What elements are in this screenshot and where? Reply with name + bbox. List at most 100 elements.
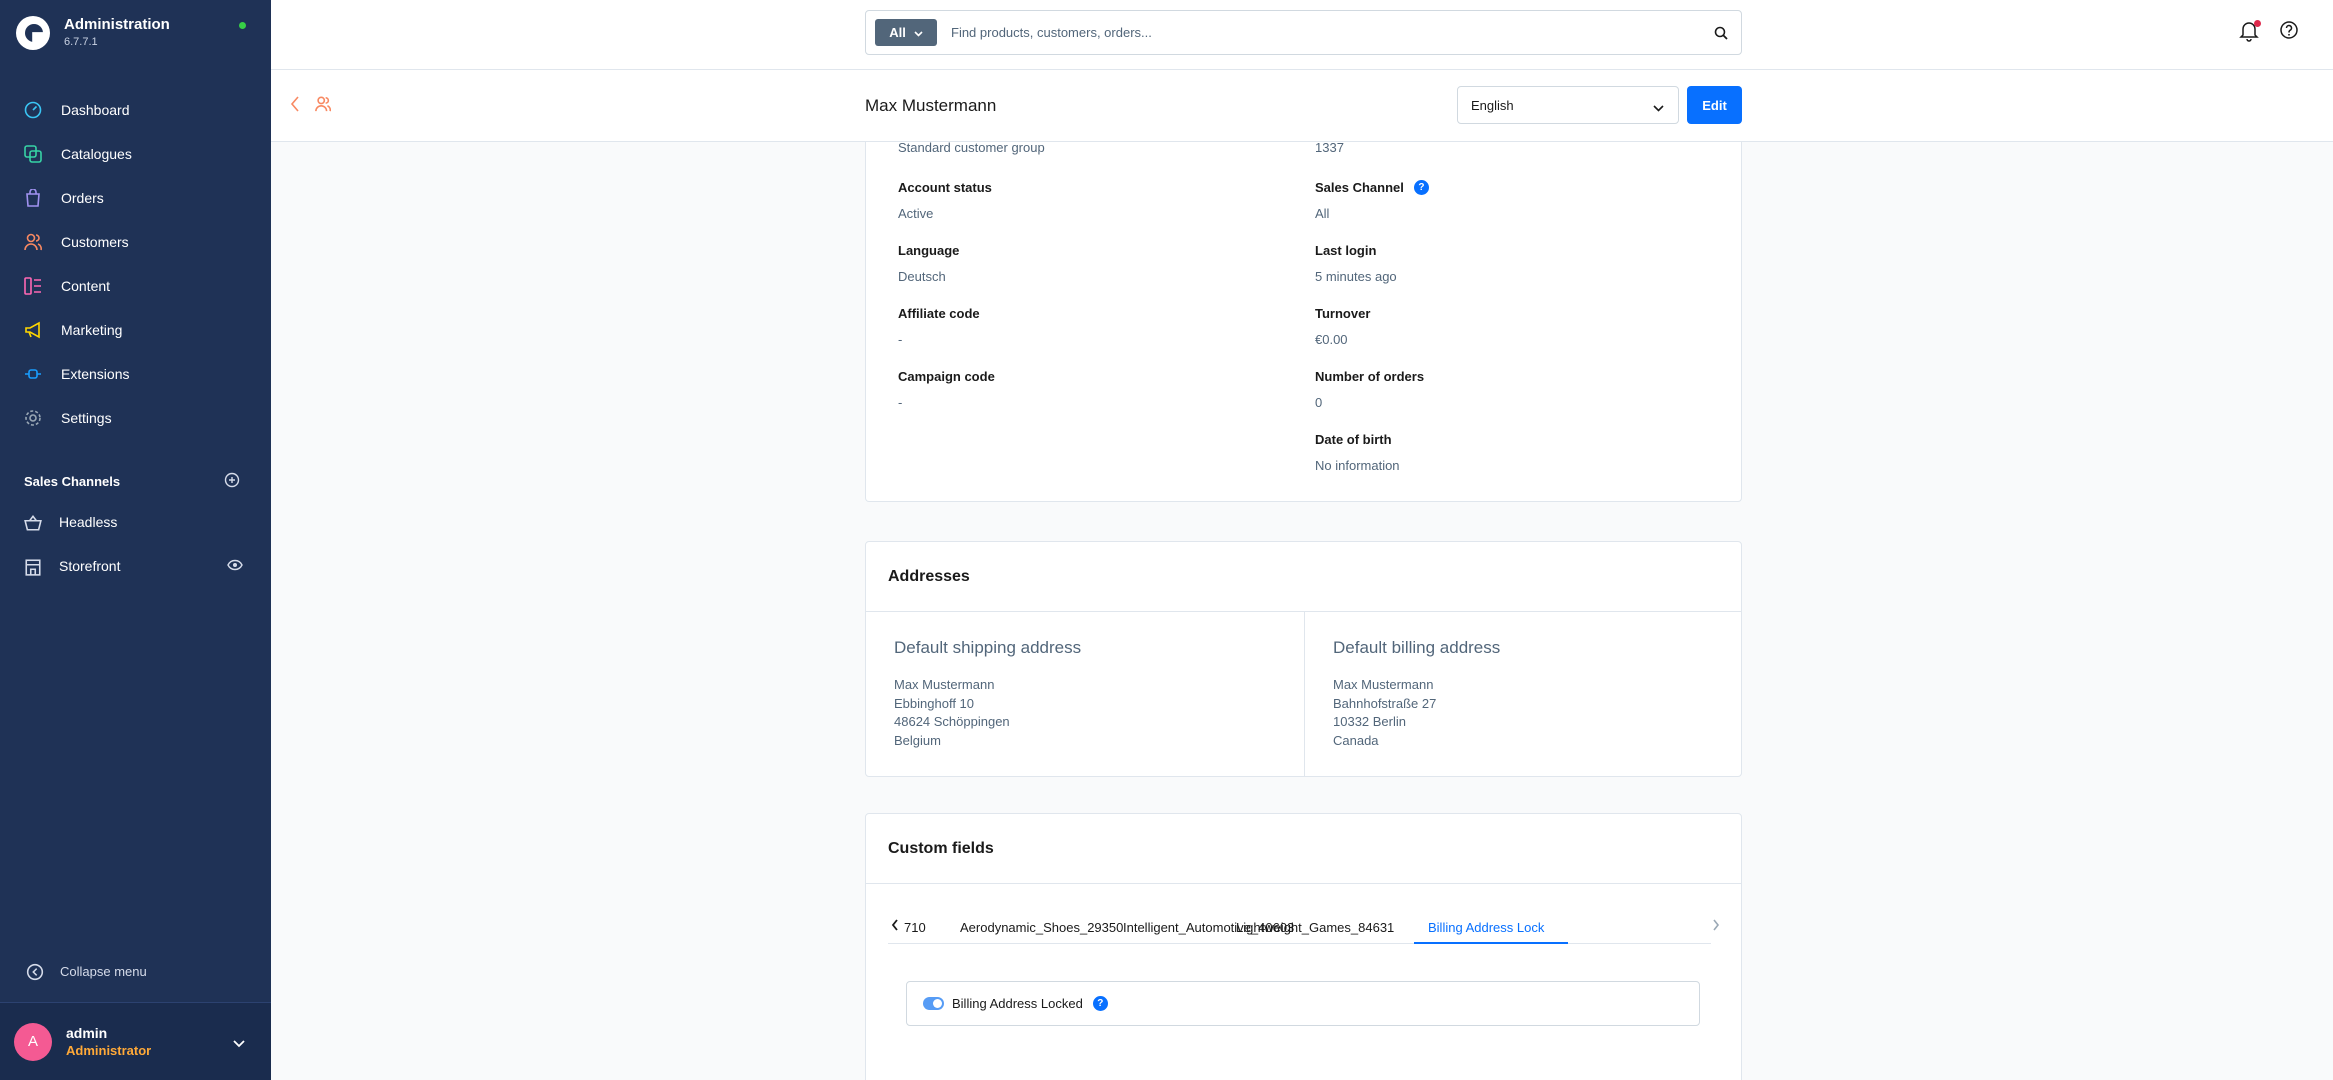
custom-fields-card: Custom fields 710 Aerodynamic_Shoes_2935… bbox=[865, 813, 1742, 1080]
customer-info-card: Standard customer group Account status A… bbox=[865, 140, 1742, 502]
address-line: Belgium bbox=[894, 732, 941, 748]
top-bar: All bbox=[271, 0, 2333, 70]
address-line: 10332 Berlin bbox=[1333, 714, 1406, 729]
field-label: Date of birth bbox=[1315, 432, 1392, 447]
global-search: All bbox=[865, 10, 1742, 55]
chevron-down-icon bbox=[914, 25, 923, 40]
nav-label: Marketing bbox=[61, 322, 123, 338]
field-campaign-code: Campaign code - bbox=[898, 369, 995, 410]
help-icon[interactable]: ? bbox=[1413, 180, 1429, 195]
tab-lightweight-games[interactable]: Lightweight_Games_84631 bbox=[1236, 910, 1394, 944]
online-status-dot bbox=[239, 22, 246, 29]
sales-channel-headless[interactable]: Headless bbox=[0, 500, 271, 544]
field-label: Number of orders bbox=[1315, 369, 1425, 384]
nav-item-content[interactable]: Content bbox=[0, 264, 271, 308]
address-line: Max Mustermann bbox=[894, 677, 995, 692]
nav-label: Settings bbox=[61, 410, 112, 426]
sales-channel-list: Headless Storefront bbox=[0, 500, 271, 588]
field-value: 0 bbox=[1315, 395, 1323, 410]
active-tab-indicator bbox=[1414, 942, 1568, 944]
basket-icon bbox=[24, 514, 42, 531]
address-line: Canada bbox=[1333, 732, 1379, 748]
storefront-icon bbox=[24, 558, 41, 576]
field-label: Sales Channel ? bbox=[1315, 180, 1429, 195]
sales-channel-label: Storefront bbox=[59, 558, 121, 574]
collapse-label: Collapse menu bbox=[60, 963, 147, 979]
customers-icon bbox=[315, 96, 332, 117]
nav-label: Orders bbox=[61, 190, 104, 206]
field-number-of-orders: Number of orders 0 bbox=[1315, 369, 1424, 410]
avatar: A bbox=[14, 1022, 52, 1061]
collapse-menu-button[interactable]: Collapse menu bbox=[26, 963, 147, 981]
help-icon[interactable]: ? bbox=[1092, 996, 1108, 1011]
field-language: Language Deutsch bbox=[898, 243, 959, 284]
customers-icon bbox=[24, 233, 42, 251]
field-sales-channel: Sales Channel ? All bbox=[1315, 180, 1429, 221]
app-title: Administration bbox=[64, 16, 170, 33]
field-value: - bbox=[898, 332, 903, 347]
tab-710[interactable]: 710 bbox=[904, 910, 926, 944]
nav-item-orders[interactable]: Orders bbox=[0, 176, 271, 220]
user-role: Administrator bbox=[66, 1043, 152, 1058]
nav-item-settings[interactable]: Settings bbox=[0, 396, 271, 440]
search-icon[interactable] bbox=[1701, 26, 1741, 40]
billing-address-locked-switch[interactable] bbox=[923, 997, 944, 1010]
address-title: Default billing address bbox=[1333, 638, 1501, 657]
default-shipping-address: Default shipping address Max Mustermann … bbox=[866, 612, 1304, 777]
nav-item-marketing[interactable]: Marketing bbox=[0, 308, 271, 352]
field-customer-number: 1337 bbox=[1315, 140, 1344, 155]
notifications-bell-icon[interactable] bbox=[2239, 20, 2261, 42]
language-select[interactable]: English bbox=[1457, 86, 1679, 124]
search-input[interactable] bbox=[951, 25, 1701, 40]
field-value: No information bbox=[1315, 458, 1400, 473]
field-last-login: Last login 5 minutes ago bbox=[1315, 243, 1397, 284]
field-date-of-birth: Date of birth No information bbox=[1315, 432, 1400, 473]
sales-channel-storefront[interactable]: Storefront bbox=[0, 544, 271, 588]
custom-field-set-tabs: 710 Aerodynamic_Shoes_29350 Intelligent_… bbox=[888, 910, 1720, 944]
switch-label: Billing Address Locked bbox=[952, 996, 1083, 1011]
nav-label: Catalogues bbox=[61, 146, 132, 162]
orders-icon bbox=[24, 188, 42, 207]
user-menu[interactable]: A admin Administrator bbox=[0, 1002, 271, 1080]
nav-item-catalogues[interactable]: Catalogues bbox=[0, 132, 271, 176]
nav-label: Dashboard bbox=[61, 102, 130, 118]
address-title: Default shipping address bbox=[894, 638, 1082, 657]
nav-item-extensions[interactable]: Extensions bbox=[0, 352, 271, 396]
field-affiliate-code: Affiliate code - bbox=[898, 306, 980, 347]
nav-label: Content bbox=[61, 278, 111, 294]
addresses-title: Addresses bbox=[866, 542, 1741, 612]
nav-item-dashboard[interactable]: Dashboard bbox=[0, 88, 271, 132]
notification-badge bbox=[2254, 20, 2261, 27]
catalogue-icon bbox=[24, 145, 42, 163]
language-value: English bbox=[1471, 97, 1514, 113]
field-account-status: Account status Active bbox=[898, 180, 992, 221]
content-icon bbox=[24, 277, 42, 295]
help-icon[interactable] bbox=[2279, 20, 2301, 42]
field-value: Deutsch bbox=[898, 269, 946, 284]
settings-icon bbox=[24, 409, 42, 427]
main-navigation: Dashboard Catalogues Orders Customers Co… bbox=[0, 88, 271, 440]
chevron-right-icon[interactable] bbox=[1712, 918, 1720, 936]
field-label: Campaign code bbox=[898, 369, 995, 384]
nav-label: Customers bbox=[61, 234, 129, 250]
field-value: - bbox=[898, 395, 903, 410]
field-label: Affiliate code bbox=[898, 306, 980, 321]
collapse-icon bbox=[26, 963, 44, 981]
back-chevron-icon[interactable] bbox=[290, 96, 300, 117]
field-value: All bbox=[1315, 206, 1330, 221]
tab-billing-address-lock[interactable]: Billing Address Lock bbox=[1428, 910, 1544, 944]
custom-fields-title: Custom fields bbox=[866, 814, 1741, 884]
eye-icon[interactable] bbox=[227, 558, 243, 574]
edit-button[interactable]: Edit bbox=[1687, 86, 1742, 124]
add-sales-channel-icon[interactable] bbox=[224, 472, 240, 491]
brand[interactable]: Administration 6.7.7.1 bbox=[16, 16, 170, 50]
nav-item-customers[interactable]: Customers bbox=[0, 220, 271, 264]
search-type-select[interactable]: All bbox=[875, 19, 937, 46]
tab-aerodynamic-shoes[interactable]: Aerodynamic_Shoes_29350 bbox=[960, 910, 1123, 944]
customer-number-value: 1337 bbox=[1315, 140, 1344, 155]
chevron-down-icon[interactable] bbox=[233, 1035, 245, 1053]
customer-group-value: Standard customer group bbox=[898, 140, 1045, 155]
page-title: Max Mustermann bbox=[865, 96, 997, 115]
chevron-left-icon[interactable] bbox=[891, 918, 899, 936]
field-value: 5 minutes ago bbox=[1315, 269, 1397, 284]
